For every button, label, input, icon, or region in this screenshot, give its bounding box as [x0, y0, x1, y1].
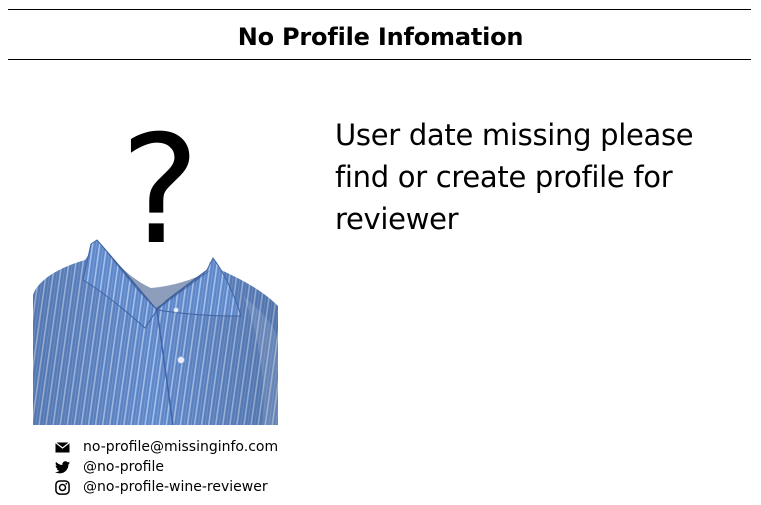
instagram-icon [54, 479, 71, 495]
contact-twitter[interactable]: @no-profile [54, 457, 278, 477]
page-title: No Profile Infomation [237, 23, 524, 51]
question-mark-icon: ? [120, 110, 200, 278]
contact-email-text: no-profile@missinginfo.com [83, 439, 279, 455]
envelope-icon [54, 439, 71, 455]
header-bottom-rule [8, 59, 751, 60]
missing-profile-message: User date missing please find or create … [335, 118, 694, 236]
contact-twitter-text: @no-profile [83, 459, 164, 475]
contact-email[interactable]: no-profile@missinginfo.com [54, 437, 278, 457]
twitter-icon [54, 459, 71, 475]
avatar: ? [33, 110, 280, 425]
contact-list: no-profile@missinginfo.com @no-profile @… [54, 437, 278, 497]
header-top-rule [8, 9, 751, 10]
contact-instagram-text: @no-profile-wine-reviewer [83, 479, 268, 495]
contact-instagram[interactable]: @no-profile-wine-reviewer [54, 477, 278, 497]
